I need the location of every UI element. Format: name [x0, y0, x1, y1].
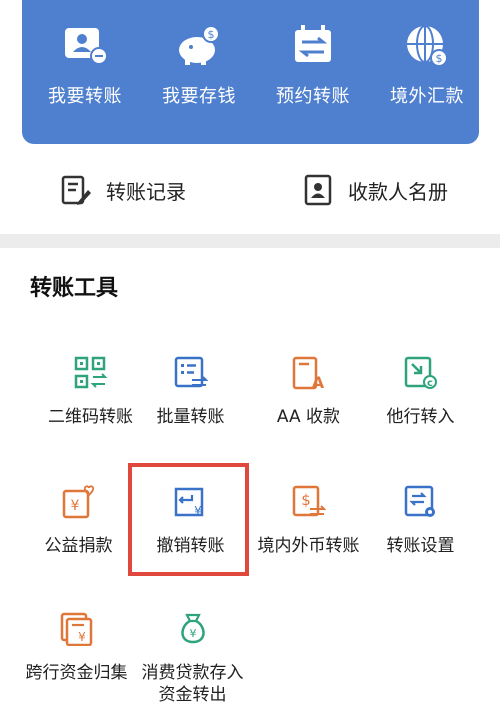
tool-other-bank-in[interactable]: c 他行转入	[358, 356, 483, 428]
svg-text:A: A	[311, 373, 324, 390]
quick-links-row: 转账记录 收款人名册	[0, 160, 500, 218]
tool-aa-collect[interactable]: A AA 收款	[246, 356, 371, 428]
transfer-action-label: 我要转账	[48, 86, 122, 107]
transfer-records-link[interactable]: 转账记录	[60, 170, 186, 210]
svg-text:¥: ¥	[78, 630, 86, 644]
qr-transfer-icon	[74, 356, 107, 389]
piggy-bank-icon: $	[179, 25, 220, 65]
loan-bag-icon: ¥	[180, 613, 205, 644]
transfer-action[interactable]: 我要转账	[28, 18, 142, 118]
tool-foreign-currency-label: 境内外币转账	[257, 536, 360, 556]
tool-transfer-settings-label: 转账设置	[386, 536, 455, 556]
charity-heart-icon: ¥	[62, 485, 94, 519]
tool-cross-bank-collect[interactable]: ¥ 跨行资金归集	[14, 612, 139, 684]
tool-loan-transfer-out-label: 消费贷款存入 资金转出	[142, 662, 244, 706]
tool-batch-transfer-label: 批量转账	[156, 407, 225, 427]
tool-foreign-currency[interactable]: $ 境内外币转账	[246, 485, 371, 557]
svg-text:¥: ¥	[189, 627, 196, 640]
svg-text:$: $	[301, 491, 311, 509]
transfer-settings-icon	[404, 485, 435, 517]
payee-book-icon	[304, 174, 332, 206]
tool-qr-transfer-label: 二维码转账	[48, 407, 133, 427]
scheduled-transfer-action[interactable]: 预约转账	[256, 18, 370, 118]
deposit-action[interactable]: $ 我要存钱	[142, 18, 256, 118]
svg-text:$: $	[436, 52, 443, 65]
cross-bank-collect-icon: ¥	[60, 612, 92, 646]
tool-charity[interactable]: ¥ 公益捐款	[16, 485, 141, 557]
section-divider	[0, 234, 500, 248]
batch-list-icon	[174, 356, 208, 388]
svg-text:$: $	[208, 28, 215, 41]
contact-card-icon	[65, 28, 108, 65]
transfer-records-label: 转账记录	[106, 179, 186, 204]
tool-charity-label: 公益捐款	[44, 536, 113, 556]
top-actions-panel: 我要转账 $ 我要存钱 预约转账 $ 境外汇款	[22, 0, 479, 144]
payee-book-link[interactable]: 收款人名册	[304, 170, 448, 210]
scheduled-transfer-label: 预约转账	[276, 86, 350, 107]
calendar-transfer-icon	[295, 25, 331, 62]
globe-dollar-icon: $	[407, 25, 448, 67]
tool-loan-transfer-out[interactable]: ¥ 消费贷款存入 资金转出	[130, 612, 255, 706]
payee-book-label: 收款人名册	[348, 179, 448, 204]
highlight-box	[128, 463, 249, 576]
tool-batch-transfer[interactable]: 批量转账	[128, 356, 253, 428]
overseas-remit-action[interactable]: $ 境外汇款	[370, 18, 484, 118]
tool-aa-collect-label: AA 收款	[276, 407, 341, 427]
tool-other-bank-in-label: 他行转入	[386, 407, 455, 427]
aa-collect-icon: A	[292, 356, 324, 390]
tool-loan-label-line2: 资金转出	[158, 685, 227, 705]
tool-cross-bank-collect-label: 跨行资金归集	[25, 663, 128, 683]
section-title: 转账工具	[30, 276, 119, 301]
svg-text:c: c	[427, 378, 433, 389]
svg-text:¥: ¥	[70, 498, 79, 514]
tool-loan-label-line1: 消费贷款存入	[141, 663, 244, 683]
record-edit-icon	[61, 175, 91, 205]
foreign-currency-icon: $	[292, 485, 326, 517]
deposit-action-label: 我要存钱	[162, 86, 236, 107]
overseas-remit-label: 境外汇款	[390, 86, 464, 107]
tool-transfer-settings[interactable]: 转账设置	[358, 485, 483, 557]
other-bank-in-icon: c	[404, 356, 437, 389]
